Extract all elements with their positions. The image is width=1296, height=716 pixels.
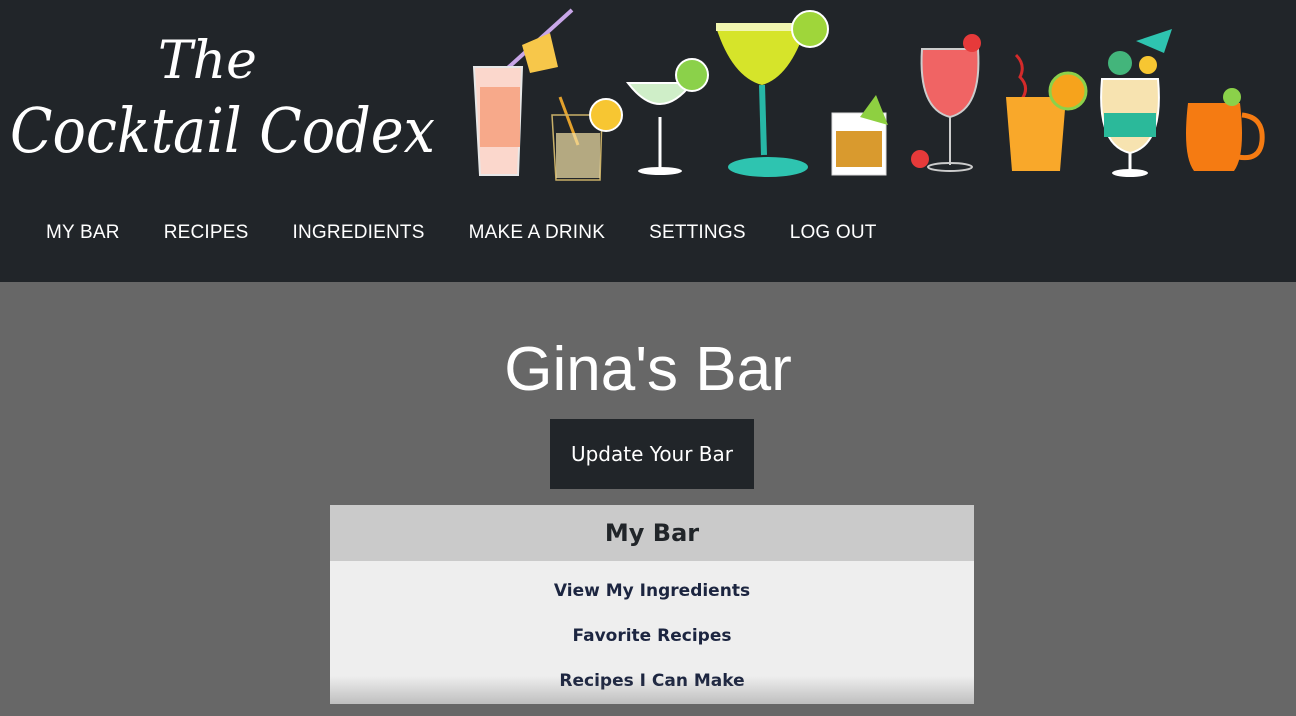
page-title: Gina's Bar xyxy=(504,335,792,404)
whiskey-rocks-icon xyxy=(831,95,888,176)
nav-item-my-bar[interactable]: MY BAR xyxy=(24,210,142,256)
nav-item-log-out[interactable]: LOG OUT xyxy=(768,210,899,256)
main-nav: MY BAR RECIPES INGREDIENTS MAKE A DRINK … xyxy=(24,210,899,256)
site-header: The Cocktail Codex MY BAR RECIPES INGRED… xyxy=(0,0,1296,282)
wine-glass-strawberry-icon xyxy=(911,34,981,172)
nav-item-settings[interactable]: SETTINGS xyxy=(627,210,768,256)
recipes-i-can-make-link[interactable]: Recipes I Can Make xyxy=(330,671,974,716)
hurricane-glass-umbrella-icon xyxy=(1100,29,1172,177)
logo-text-line2: Cocktail Codex xyxy=(10,94,435,167)
rocks-glass-lemon-icon xyxy=(551,96,623,181)
site-logo[interactable]: The Cocktail Codex xyxy=(10,20,440,170)
cocktail-illustrations xyxy=(472,8,1265,181)
my-bar-panel: My Bar View My Ingredients Favorite Reci… xyxy=(330,505,974,704)
favorite-recipes-link[interactable]: Favorite Recipes xyxy=(330,626,974,671)
view-my-ingredients-link[interactable]: View My Ingredients xyxy=(330,581,974,626)
logo-text-line1: The xyxy=(158,31,257,91)
nav-item-ingredients[interactable]: INGREDIENTS xyxy=(271,210,447,256)
update-your-bar-button[interactable]: Update Your Bar xyxy=(550,419,754,489)
orange-tumbler-icon xyxy=(1006,53,1088,171)
panel-links: View My Ingredients Favorite Recipes Rec… xyxy=(330,561,974,716)
nav-item-make-a-drink[interactable]: MAKE A DRINK xyxy=(447,210,628,256)
panel-header: My Bar xyxy=(330,505,974,561)
margarita-glass-icon xyxy=(716,10,829,177)
panel-heading: My Bar xyxy=(604,519,700,547)
copper-mug-icon xyxy=(1186,88,1265,171)
nav-item-recipes[interactable]: RECIPES xyxy=(142,210,271,256)
coupe-glass-lime-icon xyxy=(625,58,709,175)
